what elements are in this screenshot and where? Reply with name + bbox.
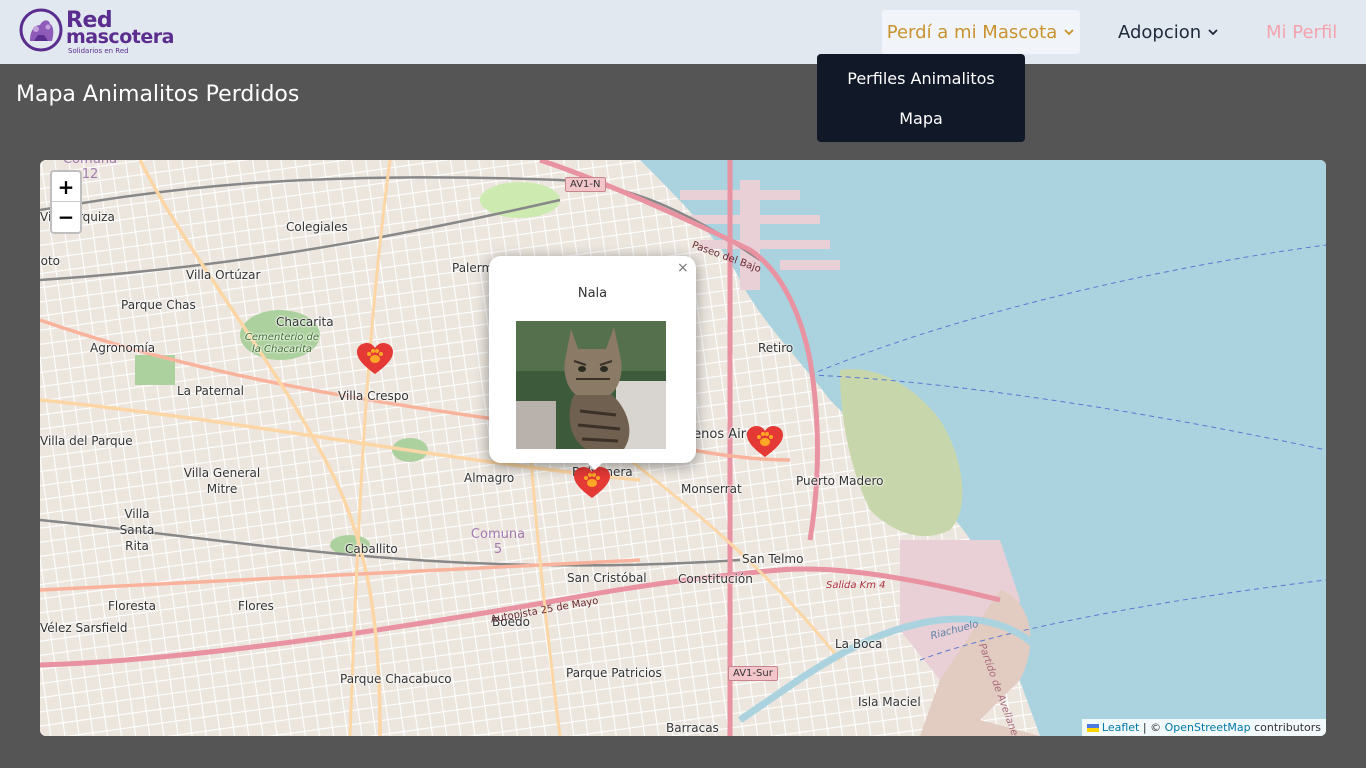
place-label: Isla Maciel (858, 695, 921, 709)
place-label: Constitución (678, 572, 753, 586)
leaflet-link[interactable]: Leaflet (1102, 721, 1139, 734)
place-label: Parque Patricios (566, 666, 662, 680)
place-label: Colegiales (286, 220, 348, 234)
place-label: Villa Ortúzar (186, 268, 261, 282)
navbar: Red mascotera Solidarios en Red Perdí a … (0, 0, 1366, 64)
pet-marker[interactable] (746, 425, 784, 459)
chevron-down-icon (1064, 29, 1074, 36)
place-label: Monserrat (681, 482, 742, 496)
place-label: Almagro (464, 471, 515, 485)
lost-pet-dropdown-menu: Perfiles Animalitos Mapa (817, 54, 1025, 142)
highway-shield: AV1-Sur (728, 666, 778, 681)
place-label: Villa Crespo (338, 389, 409, 403)
zoom-control: + − (50, 170, 82, 234)
place-label: Villa Santa Rita (119, 507, 155, 553)
pet-photo (516, 321, 666, 449)
logo-icon (19, 8, 63, 52)
place-label: Parque Chacabuco (340, 672, 452, 686)
page-title: Mapa Animalitos Perdidos (16, 82, 300, 107)
place-label: Barracas (666, 721, 719, 735)
zoom-out-button[interactable]: − (52, 202, 80, 232)
zoom-in-button[interactable]: + (52, 172, 80, 202)
popup-tip (585, 460, 605, 470)
pet-name: Nala (577, 286, 608, 301)
place-label: Retiro (758, 341, 794, 355)
place-label: Villa Devoto (40, 254, 60, 268)
place-label: Caballito (345, 542, 398, 556)
nav-adoption[interactable]: Adopcion (1118, 10, 1219, 54)
menu-item-pet-profiles[interactable]: Perfiles Animalitos (817, 69, 1025, 88)
place-label: Parque Chas (121, 298, 196, 312)
attribution-separator: | © (1139, 721, 1165, 734)
place-label: Chacarita (276, 315, 334, 329)
place-label: Villa del Parque (40, 434, 133, 448)
ukraine-flag-icon (1086, 724, 1099, 732)
nav-adoption-label: Adopcion (1118, 21, 1202, 43)
attribution-contributors: contributors (1250, 721, 1321, 734)
nav-my-profile[interactable]: Mi Perfil (1266, 10, 1337, 54)
brand-name-line2: mascotera (66, 26, 174, 48)
comuna-label: Comuna 5 (470, 527, 526, 557)
brand-tagline: Solidarios en Red (68, 47, 129, 55)
popup-close-button[interactable]: × (677, 260, 689, 276)
place-label: La Paternal (177, 384, 245, 398)
heart-paw-icon (747, 426, 783, 457)
place-label: Floresta (108, 599, 156, 613)
place-label: Vélez Sarsfield (40, 621, 128, 635)
menu-item-map[interactable]: Mapa (817, 109, 1025, 128)
place-label: San Telmo (742, 552, 804, 566)
heart-paw-icon (574, 467, 610, 498)
pet-marker[interactable] (356, 342, 394, 376)
highway-shield: AV1-N (565, 177, 606, 192)
pet-marker[interactable] (573, 466, 611, 500)
brand-logo[interactable]: Red mascotera Solidarios en Red (18, 7, 178, 57)
place-label: Villa General Mitre (183, 466, 261, 496)
place-label: Cementerio de la Chacarita (244, 332, 320, 355)
heart-paw-icon (357, 343, 393, 374)
nav-lost-pet[interactable]: Perdí a mi Mascota (882, 10, 1080, 54)
place-label: Puerto Madero (796, 474, 884, 488)
map-attribution: Leaflet | © OpenStreetMap contributors (1081, 719, 1326, 736)
openstreetmap-link[interactable]: OpenStreetMap (1165, 721, 1251, 734)
place-label: San Cristóbal (567, 571, 647, 585)
place-label: Flores (238, 599, 274, 613)
place-label: La Boca (835, 637, 883, 651)
nav-lost-pet-label: Perdí a mi Mascota (886, 21, 1058, 43)
pet-popup: × Nala (489, 256, 696, 470)
road-label: Salida Km 4 (826, 580, 886, 591)
place-label: Agronomía (90, 341, 156, 355)
chevron-down-icon (1208, 29, 1218, 36)
lost-pets-map[interactable]: Colegiales Villa Ortúzar Parque Chas Cha… (40, 160, 1326, 736)
